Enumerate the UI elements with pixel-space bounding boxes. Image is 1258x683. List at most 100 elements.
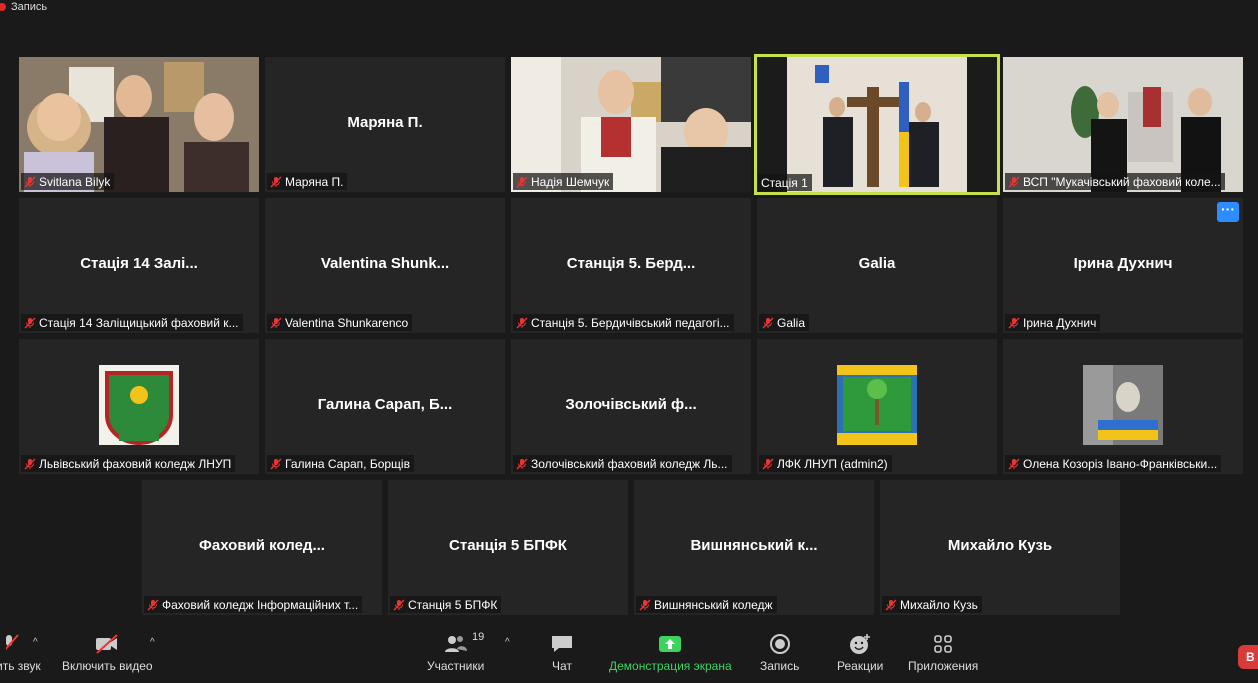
college-emblem-icon (99, 365, 179, 445)
active-speaker-tile[interactable]: Стація 1 (754, 54, 1000, 195)
participant-center-name: Маряна П. (347, 113, 423, 131)
video-tile[interactable]: Galia Galia (757, 198, 997, 333)
participant-center-name: Ірина Духнич (1073, 254, 1173, 272)
video-tile[interactable]: Станція 5. Берд... Станція 5. Бердичівсь… (511, 198, 751, 333)
participant-name-label: Фаховий коледж Інформаційних т... (144, 596, 363, 613)
record-icon (769, 634, 790, 654)
participant-name-label: Львівський фаховий коледж ЛНУП (21, 455, 236, 472)
video-tile[interactable]: Стація 14 Залі... Стація 14 Заліщицький … (19, 198, 259, 333)
mic-muted-icon (516, 458, 528, 469)
participant-center-name: Galia (858, 254, 896, 272)
recording-indicator: Запись (0, 0, 47, 14)
participant-video (511, 57, 751, 192)
mic-muted-icon (885, 599, 897, 610)
mic-muted-icon (639, 599, 651, 610)
mic-muted-icon (516, 317, 528, 328)
video-tile[interactable]: Svitlana Bilyk (19, 57, 259, 192)
chat-icon (552, 636, 572, 652)
participants-options-chevron-icon[interactable]: ^ (505, 637, 510, 648)
mic-muted-icon (1008, 317, 1020, 328)
video-tile[interactable]: Михайло Кузь Михайло Кузь (880, 480, 1120, 615)
mic-muted-icon (1008, 176, 1020, 187)
participant-name-label: Стація 1 (758, 174, 812, 191)
participant-name-label: Ірина Духнич (1005, 314, 1101, 331)
participant-name-label: Станція 5. Бердичівський педагогі... (513, 314, 734, 331)
participant-name-label: Олена Козоріз Івано-Франківськи... (1005, 455, 1222, 472)
participant-center-name: Фаховий колед... (199, 536, 325, 554)
reactions-icon (850, 634, 871, 654)
mic-muted-icon (270, 317, 282, 328)
start-video-button[interactable]: Включить видео (62, 633, 153, 673)
share-screen-icon (659, 636, 682, 652)
participant-name-label: Valentina Shunkarenco (267, 314, 413, 331)
mic-muted-icon (270, 458, 282, 469)
chat-button[interactable]: Чат (550, 633, 574, 673)
participant-name-label: Svitlana Bilyk (21, 173, 115, 190)
participant-name-label: ЛФК ЛНУП (admin2) (759, 455, 892, 472)
mic-muted-icon (270, 176, 282, 187)
participant-name-label: Станція 5 БПФК (390, 596, 502, 613)
participant-name-label: Стація 14 Заліщицький фаховий к... (21, 314, 243, 331)
mic-muted-icon (762, 458, 774, 469)
participant-center-name: Золочівський ф... (565, 395, 697, 413)
participants-button[interactable]: Участники 19 (427, 631, 485, 673)
audio-options-chevron-icon[interactable]: ^ (33, 637, 38, 648)
video-options-chevron-icon[interactable]: ^ (150, 637, 155, 648)
video-tile[interactable]: Львівський фаховий коледж ЛНУП (19, 339, 259, 474)
video-tile[interactable]: Вишнянський к... Вишнянський коледж (634, 480, 874, 615)
participant-avatar (1083, 365, 1163, 445)
participants-icon (444, 636, 467, 652)
tile-more-button[interactable]: ··· (1217, 202, 1239, 222)
participant-center-name: Галина Сарап, Б... (317, 395, 453, 413)
record-button[interactable]: Запись (760, 633, 799, 673)
meeting-toolbar: ить звук ^ Включить видео ^ Участники 19… (0, 625, 1258, 683)
participant-name-label: Михайло Кузь (882, 596, 982, 613)
participant-name-label: Надія Шемчук (513, 173, 614, 190)
participant-center-name: Станція 5 БПФК (449, 536, 567, 554)
participant-name-label: Galia (759, 314, 810, 331)
video-tile[interactable]: Маряна П. Маряна П. (265, 57, 505, 192)
video-tile[interactable]: ВСП "Мукачівський фаховий коле... (1003, 57, 1243, 192)
participant-center-name: Вишнянський к... (690, 536, 818, 554)
participant-center-name: Valentina Shunk... (320, 254, 450, 272)
video-off-icon (96, 634, 118, 654)
participants-count: 19 (472, 631, 485, 643)
end-meeting-button[interactable]: В (1238, 645, 1258, 669)
record-dot-icon (0, 3, 6, 11)
participant-name-label: ВСП "Мукачівський фаховий коле... (1005, 173, 1225, 190)
participant-center-name: Стація 14 Залі... (80, 254, 198, 272)
participant-name-label: Галина Сарап, Борщів (267, 455, 414, 472)
participant-name-label: Вишнянський коледж (636, 596, 777, 613)
participant-video (757, 57, 997, 192)
apps-button[interactable]: Приложения (908, 633, 978, 673)
participant-name-label: Золочівський фаховий коледж Ль... (513, 455, 732, 472)
mic-muted-icon (1008, 458, 1020, 469)
apps-icon (934, 635, 952, 653)
video-tile[interactable]: Valentina Shunk... Valentina Shunkarenco (265, 198, 505, 333)
recording-label: Запись (11, 1, 48, 13)
mic-muted-icon (24, 176, 36, 187)
video-tile[interactable]: ЛФК ЛНУП (admin2) (757, 339, 997, 474)
video-tile[interactable]: Золочівський ф... Золочівський фаховий к… (511, 339, 751, 474)
mic-muted-icon (393, 599, 405, 610)
video-tile[interactable]: Надія Шемчук (511, 57, 751, 192)
participant-center-name: Михайло Кузь (947, 536, 1053, 554)
mic-muted-icon (147, 599, 159, 610)
video-tile[interactable]: Станція 5 БПФК Станція 5 БПФК (388, 480, 628, 615)
video-tile[interactable]: ··· Ірина Духнич Ірина Духнич (1003, 198, 1243, 333)
participant-name-label: Маряна П. (267, 173, 348, 190)
mic-muted-icon (516, 176, 528, 187)
share-screen-button[interactable]: Демонстрация экрана (609, 633, 732, 673)
video-tile[interactable]: Олена Козоріз Івано-Франківськи... (1003, 339, 1243, 474)
participant-video (19, 57, 259, 192)
mic-muted-icon (24, 458, 36, 469)
participant-center-name: Станція 5. Берд... (566, 254, 696, 272)
mic-muted-icon (24, 317, 36, 328)
college-emblem-icon (837, 365, 917, 445)
mic-muted-icon (762, 317, 774, 328)
reactions-button[interactable]: Реакции (837, 633, 883, 673)
video-tile[interactable]: Галина Сарап, Б... Галина Сарап, Борщів (265, 339, 505, 474)
participant-video (1003, 57, 1243, 192)
mic-muted-icon (6, 634, 20, 651)
video-tile[interactable]: Фаховий колед... Фаховий коледж Інформац… (142, 480, 382, 615)
